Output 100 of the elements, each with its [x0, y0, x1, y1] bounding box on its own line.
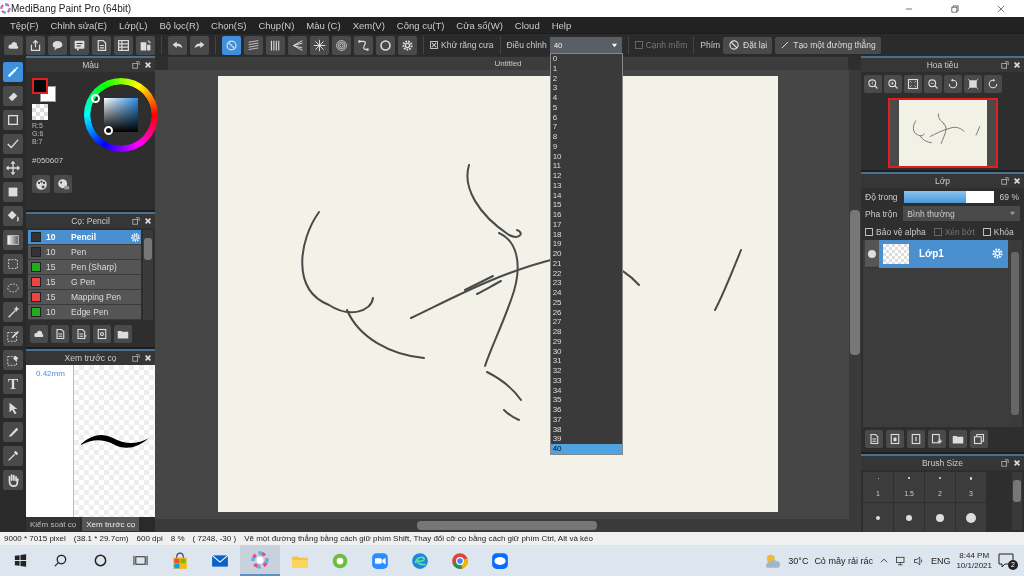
- toolbar-button[interactable]: [136, 35, 155, 55]
- tool-button[interactable]: [3, 446, 23, 466]
- tool-button[interactable]: [3, 470, 23, 490]
- dropdown-option[interactable]: 31: [550, 356, 622, 366]
- dropdown-field[interactable]: 40: [549, 37, 622, 53]
- panel-button[interactable]: [93, 325, 111, 343]
- dropdown-option[interactable]: 8: [550, 132, 622, 142]
- saturation-square[interactable]: [104, 98, 138, 132]
- dropdown-option[interactable]: 32: [550, 366, 622, 376]
- tool-button[interactable]: [3, 326, 23, 346]
- dropdown-option[interactable]: 14: [550, 190, 622, 201]
- opacity-slider[interactable]: [903, 191, 994, 203]
- dropdown-option[interactable]: 7: [550, 122, 622, 132]
- brush-size-option[interactable]: [925, 503, 955, 533]
- toolbar-button[interactable]: [48, 35, 67, 55]
- menu-item[interactable]: Help: [545, 19, 578, 31]
- dropdown-option[interactable]: 38: [550, 424, 622, 435]
- tool-button[interactable]: [3, 350, 23, 370]
- toolbar-button[interactable]: [4, 35, 23, 55]
- navigator-button[interactable]: [984, 75, 1002, 93]
- dropdown-option[interactable]: 16: [550, 210, 622, 220]
- visibility-toggle[interactable]: [868, 249, 876, 258]
- tool-button[interactable]: [3, 62, 23, 82]
- hue-marker[interactable]: [91, 94, 100, 103]
- menu-item[interactable]: Chọn(S): [205, 19, 253, 31]
- panel-button[interactable]: [72, 325, 90, 343]
- panel-button[interactable]: [30, 325, 48, 343]
- dropdown-option[interactable]: 2: [550, 73, 622, 84]
- menu-item[interactable]: Chụp(N): [252, 19, 301, 31]
- dropdown-option[interactable]: 23: [550, 278, 622, 288]
- panel-tab[interactable]: Kiểm soát cọ: [26, 517, 81, 531]
- panel-button[interactable]: [114, 325, 132, 343]
- snap-button[interactable]: [332, 35, 351, 55]
- menu-item[interactable]: Bộ lọc(R): [153, 19, 206, 31]
- snap-button[interactable]: [266, 35, 285, 55]
- brush-size-option[interactable]: [894, 503, 924, 533]
- transparent-swatch[interactable]: [32, 104, 48, 120]
- brush-item[interactable]: 15 G Pen: [28, 275, 141, 290]
- navigator-button[interactable]: [944, 75, 962, 93]
- palette-settings-button[interactable]: [54, 175, 72, 193]
- navigator-button[interactable]: [884, 75, 902, 93]
- brush-item[interactable]: 15 Pen (Sharp): [28, 260, 141, 275]
- toolbar-button[interactable]: [70, 35, 89, 55]
- dropdown-option[interactable]: 28: [550, 327, 622, 337]
- dropdown-option[interactable]: 37: [550, 414, 622, 425]
- toolbar-button[interactable]: [168, 35, 187, 55]
- straight-line-button[interactable]: Tạo một đường thẳng: [775, 36, 881, 54]
- dropdown-option[interactable]: 27: [550, 317, 622, 327]
- navigator-button[interactable]: [904, 75, 922, 93]
- dropdown-option[interactable]: 30: [550, 346, 622, 357]
- dropdown-option[interactable]: 17: [550, 219, 622, 230]
- snap-button[interactable]: [398, 35, 417, 55]
- language-indicator[interactable]: ENG: [930, 555, 951, 566]
- tool-button[interactable]: T: [3, 374, 23, 394]
- panel-button[interactable]: [51, 325, 69, 343]
- circle-icon[interactable]: [92, 553, 108, 568]
- color-swatches-icon[interactable]: [32, 78, 56, 102]
- brush-item[interactable]: 15 Mapping Pen: [28, 290, 141, 305]
- menu-item[interactable]: Cloud: [508, 19, 546, 31]
- dropdown-option[interactable]: 26: [550, 307, 622, 318]
- menu-item[interactable]: Cửa sổ(W): [450, 19, 509, 31]
- snap-button[interactable]: [222, 35, 241, 55]
- navigator-button[interactable]: [864, 75, 882, 93]
- blend-mode-dropdown[interactable]: Bình thường: [903, 206, 1020, 221]
- dropdown-option[interactable]: 21: [550, 258, 622, 269]
- dropdown-option[interactable]: 24: [550, 288, 622, 298]
- dropdown-option[interactable]: 12: [550, 171, 622, 181]
- dropdown-option[interactable]: 29: [550, 336, 622, 347]
- menu-item[interactable]: Công cụ(T): [390, 19, 451, 31]
- tool-button[interactable]: [3, 206, 23, 226]
- checkbox[interactable]: [865, 228, 873, 236]
- tool-button[interactable]: [3, 86, 23, 106]
- toolbar-button[interactable]: [92, 35, 111, 55]
- dropdown-option[interactable]: 3: [550, 83, 622, 93]
- dropdown-option[interactable]: 33: [550, 375, 622, 386]
- dropdown-option[interactable]: 10: [550, 151, 622, 162]
- panel-tab[interactable]: Xem trước cọ: [82, 517, 140, 531]
- tool-button[interactable]: [3, 158, 23, 178]
- tool-button[interactable]: [3, 230, 23, 250]
- tool-button[interactable]: [3, 254, 23, 274]
- tool-button[interactable]: [3, 110, 23, 130]
- checkbox[interactable]: [430, 41, 438, 49]
- menu-item[interactable]: Chỉnh sửa(E): [44, 19, 114, 31]
- layer-button[interactable]: [907, 430, 925, 448]
- windows-icon[interactable]: [12, 553, 28, 568]
- menu-item[interactable]: Màu (C): [300, 19, 347, 31]
- dropdown-option[interactable]: 13: [550, 180, 622, 191]
- layer-button[interactable]: [928, 430, 946, 448]
- tool-button[interactable]: [3, 134, 23, 154]
- dropdown-option[interactable]: 39: [550, 434, 622, 444]
- layer-button[interactable]: [949, 430, 967, 448]
- search-icon[interactable]: [52, 553, 68, 568]
- palette-button[interactable]: [32, 175, 50, 193]
- toolbar-button[interactable]: [190, 35, 209, 55]
- layer-button[interactable]: [970, 430, 988, 448]
- tool-button[interactable]: [3, 398, 23, 418]
- tool-button[interactable]: [3, 182, 23, 202]
- dropdown-option[interactable]: 22: [550, 268, 622, 279]
- view-frame[interactable]: [887, 98, 998, 168]
- dropdown-option[interactable]: 40: [550, 444, 622, 454]
